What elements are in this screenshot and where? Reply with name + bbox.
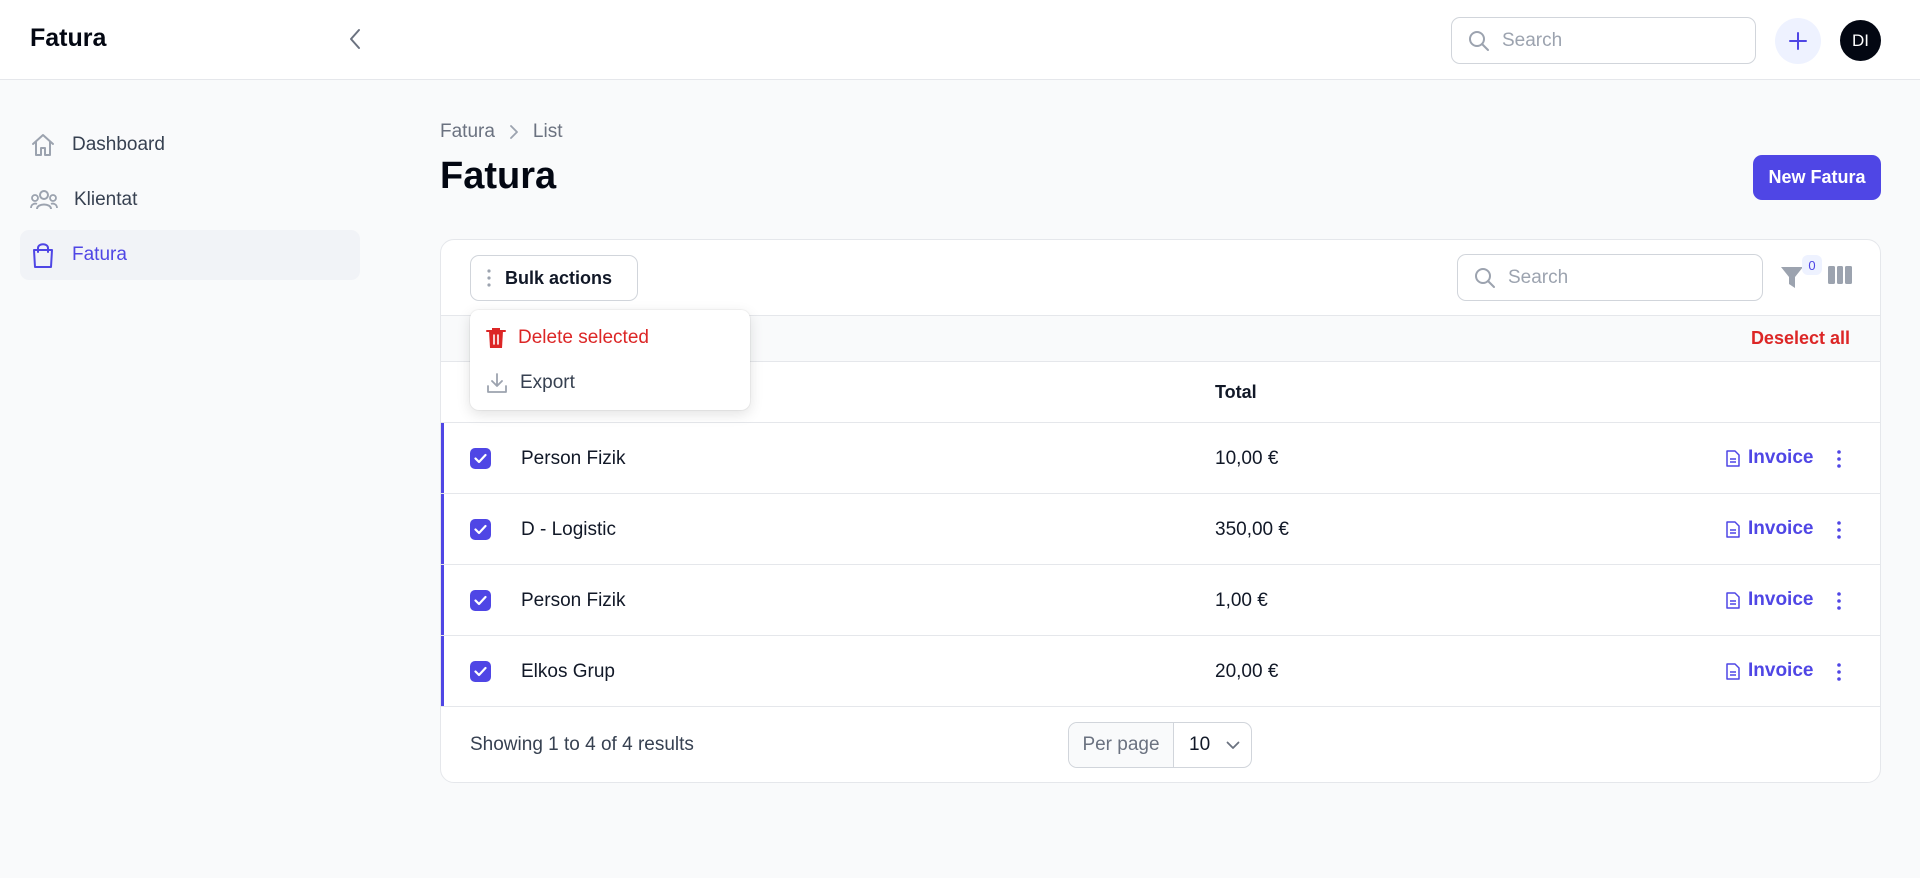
check-icon — [474, 524, 487, 535]
breadcrumb-current: List — [532, 121, 563, 142]
shopping-bag-icon — [33, 243, 53, 268]
table-row[interactable]: D - Logistic 350,00 € Invoice — [441, 494, 1880, 565]
plus-icon — [1789, 32, 1807, 50]
create-button[interactable] — [1775, 18, 1821, 64]
vertical-dots-icon — [487, 269, 491, 287]
row-selected-indicator — [441, 423, 444, 493]
chevron-down-icon — [1226, 741, 1240, 749]
document-icon — [1726, 449, 1740, 467]
row-name: Person Fizik — [521, 590, 626, 611]
download-icon — [487, 373, 507, 393]
row-actions-button[interactable] — [1829, 659, 1849, 685]
row-selected-indicator — [441, 636, 444, 706]
invoice-action-label: Invoice — [1748, 660, 1814, 681]
menu-item-label: Delete selected — [518, 327, 649, 348]
table-search[interactable] — [1457, 254, 1763, 301]
check-icon — [474, 666, 487, 677]
row-total: 1,00 € — [1215, 590, 1268, 611]
row-selected-indicator — [441, 565, 444, 635]
check-icon — [474, 453, 487, 464]
row-checkbox[interactable] — [470, 448, 491, 469]
table-toolbar: Bulk actions 0 — [441, 240, 1880, 316]
users-icon — [30, 190, 58, 210]
invoice-action[interactable]: Invoice — [1726, 518, 1813, 540]
invoice-action-label: Invoice — [1748, 447, 1814, 468]
new-fatura-button[interactable]: New Fatura — [1753, 155, 1881, 200]
document-icon — [1726, 520, 1740, 538]
chevron-right-icon — [509, 125, 519, 139]
invoice-action[interactable]: Invoice — [1726, 447, 1813, 469]
row-actions-button[interactable] — [1829, 588, 1849, 614]
document-icon — [1726, 662, 1740, 680]
chevron-left-icon — [350, 29, 360, 49]
menu-item-label: Export — [520, 372, 575, 393]
per-page-label: Per page — [1069, 723, 1174, 767]
per-page-select[interactable]: Per page 10 — [1068, 722, 1252, 768]
sidebar-item-label: Dashboard — [72, 134, 165, 155]
sidebar-item-dashboard[interactable]: Dashboard — [20, 120, 360, 170]
menu-item-export[interactable]: Export — [470, 362, 750, 404]
pagination-summary: Showing 1 to 4 of 4 results — [470, 734, 694, 755]
table-search-input[interactable] — [1508, 266, 1728, 289]
row-actions-button[interactable] — [1829, 517, 1849, 543]
invoice-action-label: Invoice — [1748, 518, 1814, 539]
row-name: Elkos Grup — [521, 661, 615, 682]
filter-count-badge: 0 — [1802, 255, 1822, 275]
vertical-dots-icon — [1837, 663, 1841, 681]
bulk-actions-button[interactable]: Bulk actions — [470, 255, 638, 301]
column-header-total[interactable]: Total — [1215, 382, 1257, 403]
row-checkbox[interactable] — [470, 590, 491, 611]
page-title: Fatura — [440, 155, 557, 197]
global-search[interactable] — [1451, 17, 1756, 64]
sidebar-item-klientat[interactable]: Klientat — [20, 175, 360, 225]
row-checkbox[interactable] — [470, 661, 491, 682]
row-name: D - Logistic — [521, 519, 617, 540]
row-actions-button[interactable] — [1829, 446, 1849, 472]
sidebar-item-label: Klientat — [74, 189, 138, 210]
sidebar-item-label: Fatura — [72, 244, 127, 265]
sidebar-item-fatura[interactable]: Fatura — [20, 230, 360, 280]
table-row[interactable]: Person Fizik 1,00 € Invoice — [441, 565, 1880, 636]
breadcrumb: Fatura List — [440, 121, 563, 143]
toggle-columns-button[interactable] — [1827, 264, 1855, 294]
breadcrumb-link-fatura[interactable]: Fatura — [440, 121, 495, 143]
columns-icon — [1828, 266, 1852, 284]
menu-item-delete-selected[interactable]: Delete selected — [470, 317, 750, 359]
vertical-dots-icon — [1837, 592, 1841, 610]
vertical-dots-icon — [1837, 521, 1841, 539]
home-icon — [32, 134, 54, 156]
row-checkbox[interactable] — [470, 519, 491, 540]
search-icon — [1475, 267, 1495, 288]
per-page-value-text: 10 — [1189, 734, 1211, 755]
trash-icon — [486, 328, 506, 348]
deselect-all-link[interactable]: Deselect all — [1751, 328, 1850, 349]
filter-icon — [1781, 267, 1803, 288]
vertical-dots-icon — [1837, 450, 1841, 468]
document-icon — [1726, 591, 1740, 609]
invoice-action-label: Invoice — [1748, 589, 1814, 610]
row-selected-indicator — [441, 494, 444, 564]
check-icon — [474, 595, 487, 606]
row-total: 350,00 € — [1215, 519, 1289, 540]
top-bar: Fatura DI — [0, 0, 1920, 80]
invoice-action[interactable]: Invoice — [1726, 589, 1813, 611]
row-total: 20,00 € — [1215, 661, 1279, 682]
row-name: Person Fizik — [521, 448, 626, 469]
row-total: 10,00 € — [1215, 448, 1279, 469]
search-icon — [1469, 30, 1489, 51]
global-search-input[interactable] — [1502, 29, 1722, 52]
bulk-actions-label: Bulk actions — [505, 267, 613, 288]
brand-logo[interactable]: Fatura — [30, 24, 106, 53]
collapse-sidebar-button[interactable] — [340, 24, 370, 54]
table-row[interactable]: Elkos Grup 20,00 € Invoice — [441, 636, 1880, 707]
per-page-value[interactable]: 10 — [1174, 734, 1240, 756]
bulk-actions-menu: Delete selected Export — [470, 310, 750, 410]
table-row[interactable]: Person Fizik 10,00 € Invoice — [441, 423, 1880, 494]
invoice-action[interactable]: Invoice — [1726, 660, 1813, 682]
user-avatar[interactable]: DI — [1840, 20, 1881, 61]
